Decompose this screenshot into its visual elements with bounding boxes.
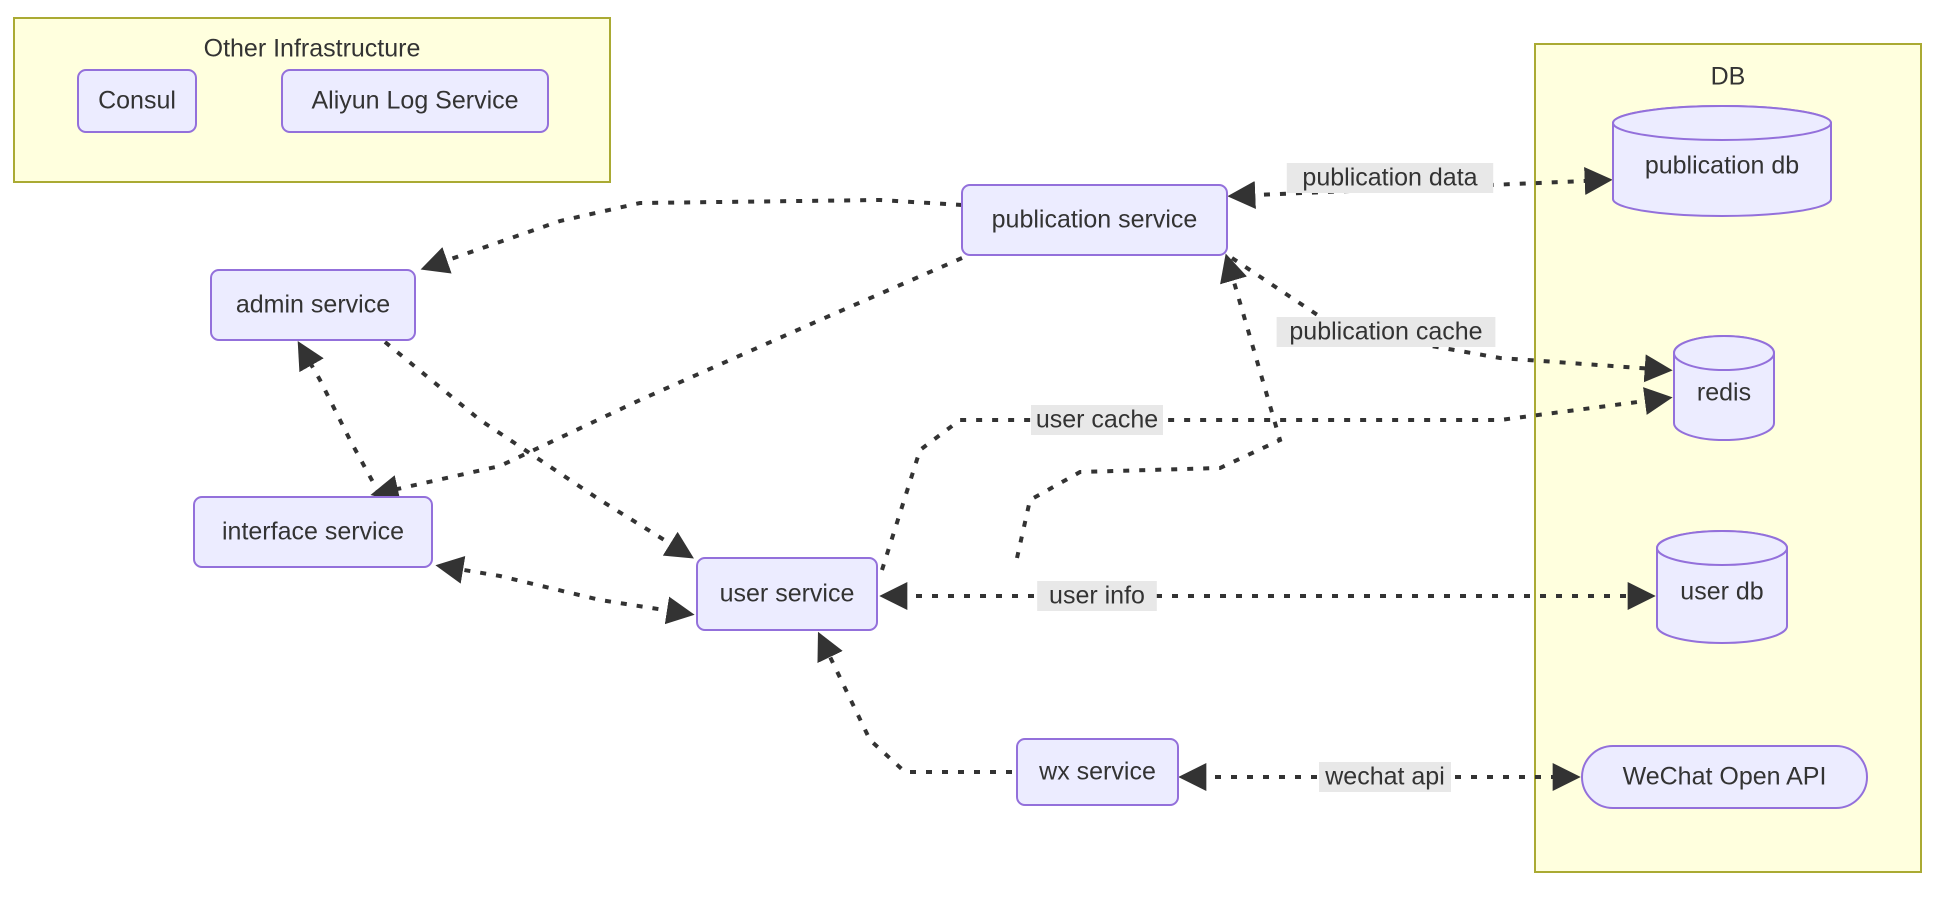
cylinder-top [1612,105,1832,141]
edge-labels-layer: publication data publication cache user ca… [1031,163,1496,792]
node-label: redis [1697,379,1751,407]
node-label: Consul [98,87,176,115]
edge-label-text: publication data [1302,164,1477,192]
node-user-service[interactable]: user service [696,557,878,631]
node-user-db[interactable]: user db [1656,530,1788,644]
edge-publication-service-to-interface-service [370,256,963,503]
node-label: user service [720,580,855,608]
edge-interface-service-to-admin-service [297,340,382,496]
edge-user-service-to-interface-service [435,556,695,625]
node-aliyun-log-service[interactable]: Aliyun Log Service [281,69,549,133]
node-redis[interactable]: redis [1673,335,1775,441]
node-consul[interactable]: Consul [77,69,197,133]
node-admin-service[interactable]: admin service [210,269,416,341]
node-label: publication db [1645,152,1799,180]
flowchart-canvas: Other Infrastructure DB Consul Aliyun Log … [13,17,1922,873]
edge-wx-service-to-user-service [817,631,1012,774]
cylinder-top [1673,335,1775,371]
cylinder-top [1656,530,1788,566]
node-label: interface service [222,518,404,546]
edges-layer [297,167,1673,791]
node-label: wx service [1038,758,1156,786]
edge-label-text: publication cache [1289,318,1482,346]
node-publication-service[interactable]: publication service [961,184,1228,256]
edge-label-text: user cache [1036,406,1158,434]
node-wechat-open-api[interactable]: WeChat Open API [1581,745,1868,809]
node-publication-db[interactable]: publication db [1612,105,1832,217]
edge-label-user-cache: user cache [1031,405,1163,435]
architecture-diagram: Other Infrastructure DB Consul Aliyun Log … [0,0,1936,906]
node-label: Aliyun Log Service [311,87,518,115]
edge-label-user-info: user info [1037,581,1157,611]
edge-label-wechat-api: wechat api [1319,762,1451,792]
edge-label-publication-cache: publication cache [1276,317,1496,347]
node-wx-service[interactable]: wx service [1016,738,1179,806]
edge-label-publication-data: publication data [1286,163,1494,193]
node-label: publication service [992,206,1198,234]
node-label: WeChat Open API [1623,763,1827,791]
node-label: user db [1680,578,1763,606]
edge-label-text: user info [1049,582,1145,610]
edge-publication-service-to-admin-service [420,197,963,274]
cluster-title: Other Infrastructure [204,35,421,63]
edge-label-text: wechat api [1324,763,1445,791]
node-label: admin service [236,291,390,319]
node-interface-service[interactable]: interface service [193,496,433,568]
cluster-title: DB [1711,63,1746,91]
